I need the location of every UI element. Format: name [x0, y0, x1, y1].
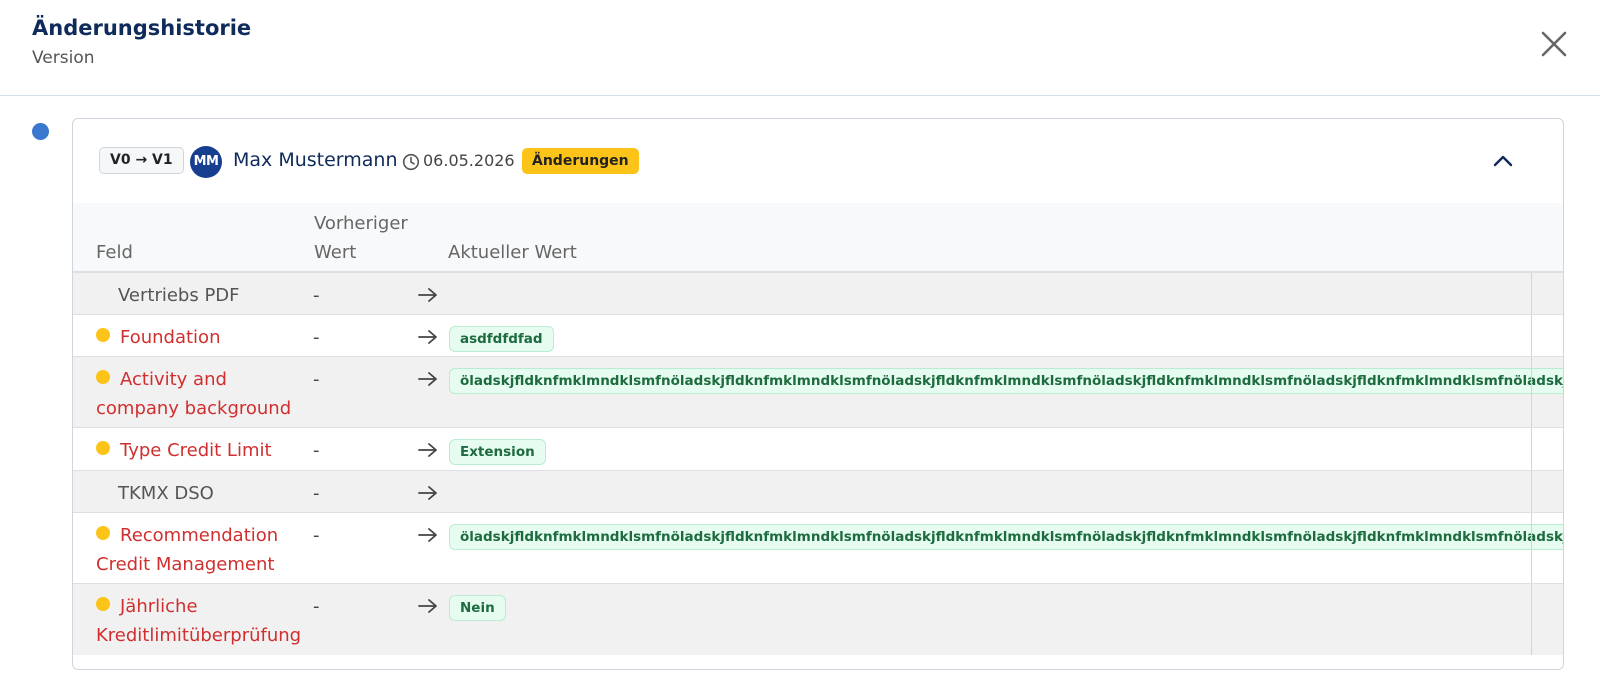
dialog-title: Änderungshistorie — [32, 16, 252, 40]
arrow-right-icon — [418, 486, 437, 500]
column-header-field: Feld — [96, 242, 133, 263]
changed-dot — [96, 370, 110, 384]
current-value: öladskjfldknfmklmndklsmfnöladskjfldknfmk… — [449, 368, 1563, 394]
previous-value: - — [313, 369, 320, 390]
table-row: Jährliche Kreditlimitüberprüfung - Nein — [73, 584, 1563, 655]
version-badge: V0 → V1 — [99, 147, 184, 174]
current-value: asdfdfdfad — [449, 326, 554, 352]
arrow-right-icon — [418, 528, 437, 542]
column-header-previous: Vorheriger Wert — [314, 213, 408, 263]
arrow-right-icon — [418, 288, 437, 302]
entry-header[interactable]: V0 → V1 MM Max Mustermann 06.05.2026 Änd… — [73, 119, 1563, 203]
close-icon — [1541, 31, 1567, 57]
table-row: Recommendation Credit Management - ölads… — [73, 513, 1563, 584]
field-name: Type Credit Limit — [96, 436, 311, 465]
previous-value: - — [313, 525, 320, 546]
author-name: Max Mustermann — [233, 149, 398, 171]
changed-dot — [96, 526, 110, 540]
arrow-right-icon — [418, 443, 437, 457]
change-date: 06.05.2026 — [423, 151, 515, 170]
field-name: Jährliche Kreditlimitüberprüfung — [96, 596, 302, 646]
column-header-current: Aktueller Wert — [448, 242, 577, 263]
avatar: MM — [190, 146, 222, 178]
table-row: Type Credit Limit - Extension — [73, 428, 1563, 471]
changed-dot — [96, 441, 110, 455]
close-button[interactable] — [1538, 28, 1570, 60]
changes-table: Feld Vorheriger Wert Aktueller Wert Vert… — [73, 203, 1563, 655]
previous-value: - — [313, 596, 320, 617]
dialog-header: Änderungshistorie Version — [0, 0, 1600, 96]
current-value: öladskjfldknfmklmndklsmfnöladskjfldknfmk… — [449, 524, 1563, 550]
previous-value: - — [313, 327, 320, 348]
arrow-right-icon — [418, 330, 437, 344]
field-name: Foundation — [96, 323, 311, 352]
table-header: Feld Vorheriger Wert Aktueller Wert — [73, 203, 1563, 273]
table-row: Vertriebs PDF - — [73, 273, 1563, 315]
arrow-right-icon — [418, 372, 437, 386]
table-row: Foundation - asdfdfdfad — [73, 315, 1563, 357]
current-value: Extension — [449, 439, 546, 465]
changed-dot — [96, 597, 110, 611]
previous-value: - — [313, 285, 320, 306]
history-entry-card: V0 → V1 MM Max Mustermann 06.05.2026 Änd… — [72, 118, 1564, 670]
chevron-up-icon — [1493, 155, 1513, 167]
previous-value: - — [313, 483, 320, 504]
arrow-right-icon — [418, 599, 437, 613]
field-name: Recommendation Credit Management — [96, 525, 279, 575]
field-name: Vertriebs PDF — [118, 285, 240, 306]
collapse-button[interactable] — [1491, 149, 1515, 173]
status-badge: Änderungen — [522, 148, 639, 174]
timeline-dot — [32, 123, 49, 140]
field-name: TKMX DSO — [118, 483, 214, 504]
field-name: Activity and company background — [96, 369, 292, 419]
table-row: TKMX DSO - — [73, 471, 1563, 513]
changed-dot — [96, 328, 110, 342]
dialog-subtitle: Version — [32, 48, 95, 68]
previous-value: - — [313, 440, 320, 461]
clock-icon — [402, 153, 420, 171]
table-row: Activity and company background - öladsk… — [73, 357, 1563, 428]
current-value: Nein — [449, 595, 506, 621]
